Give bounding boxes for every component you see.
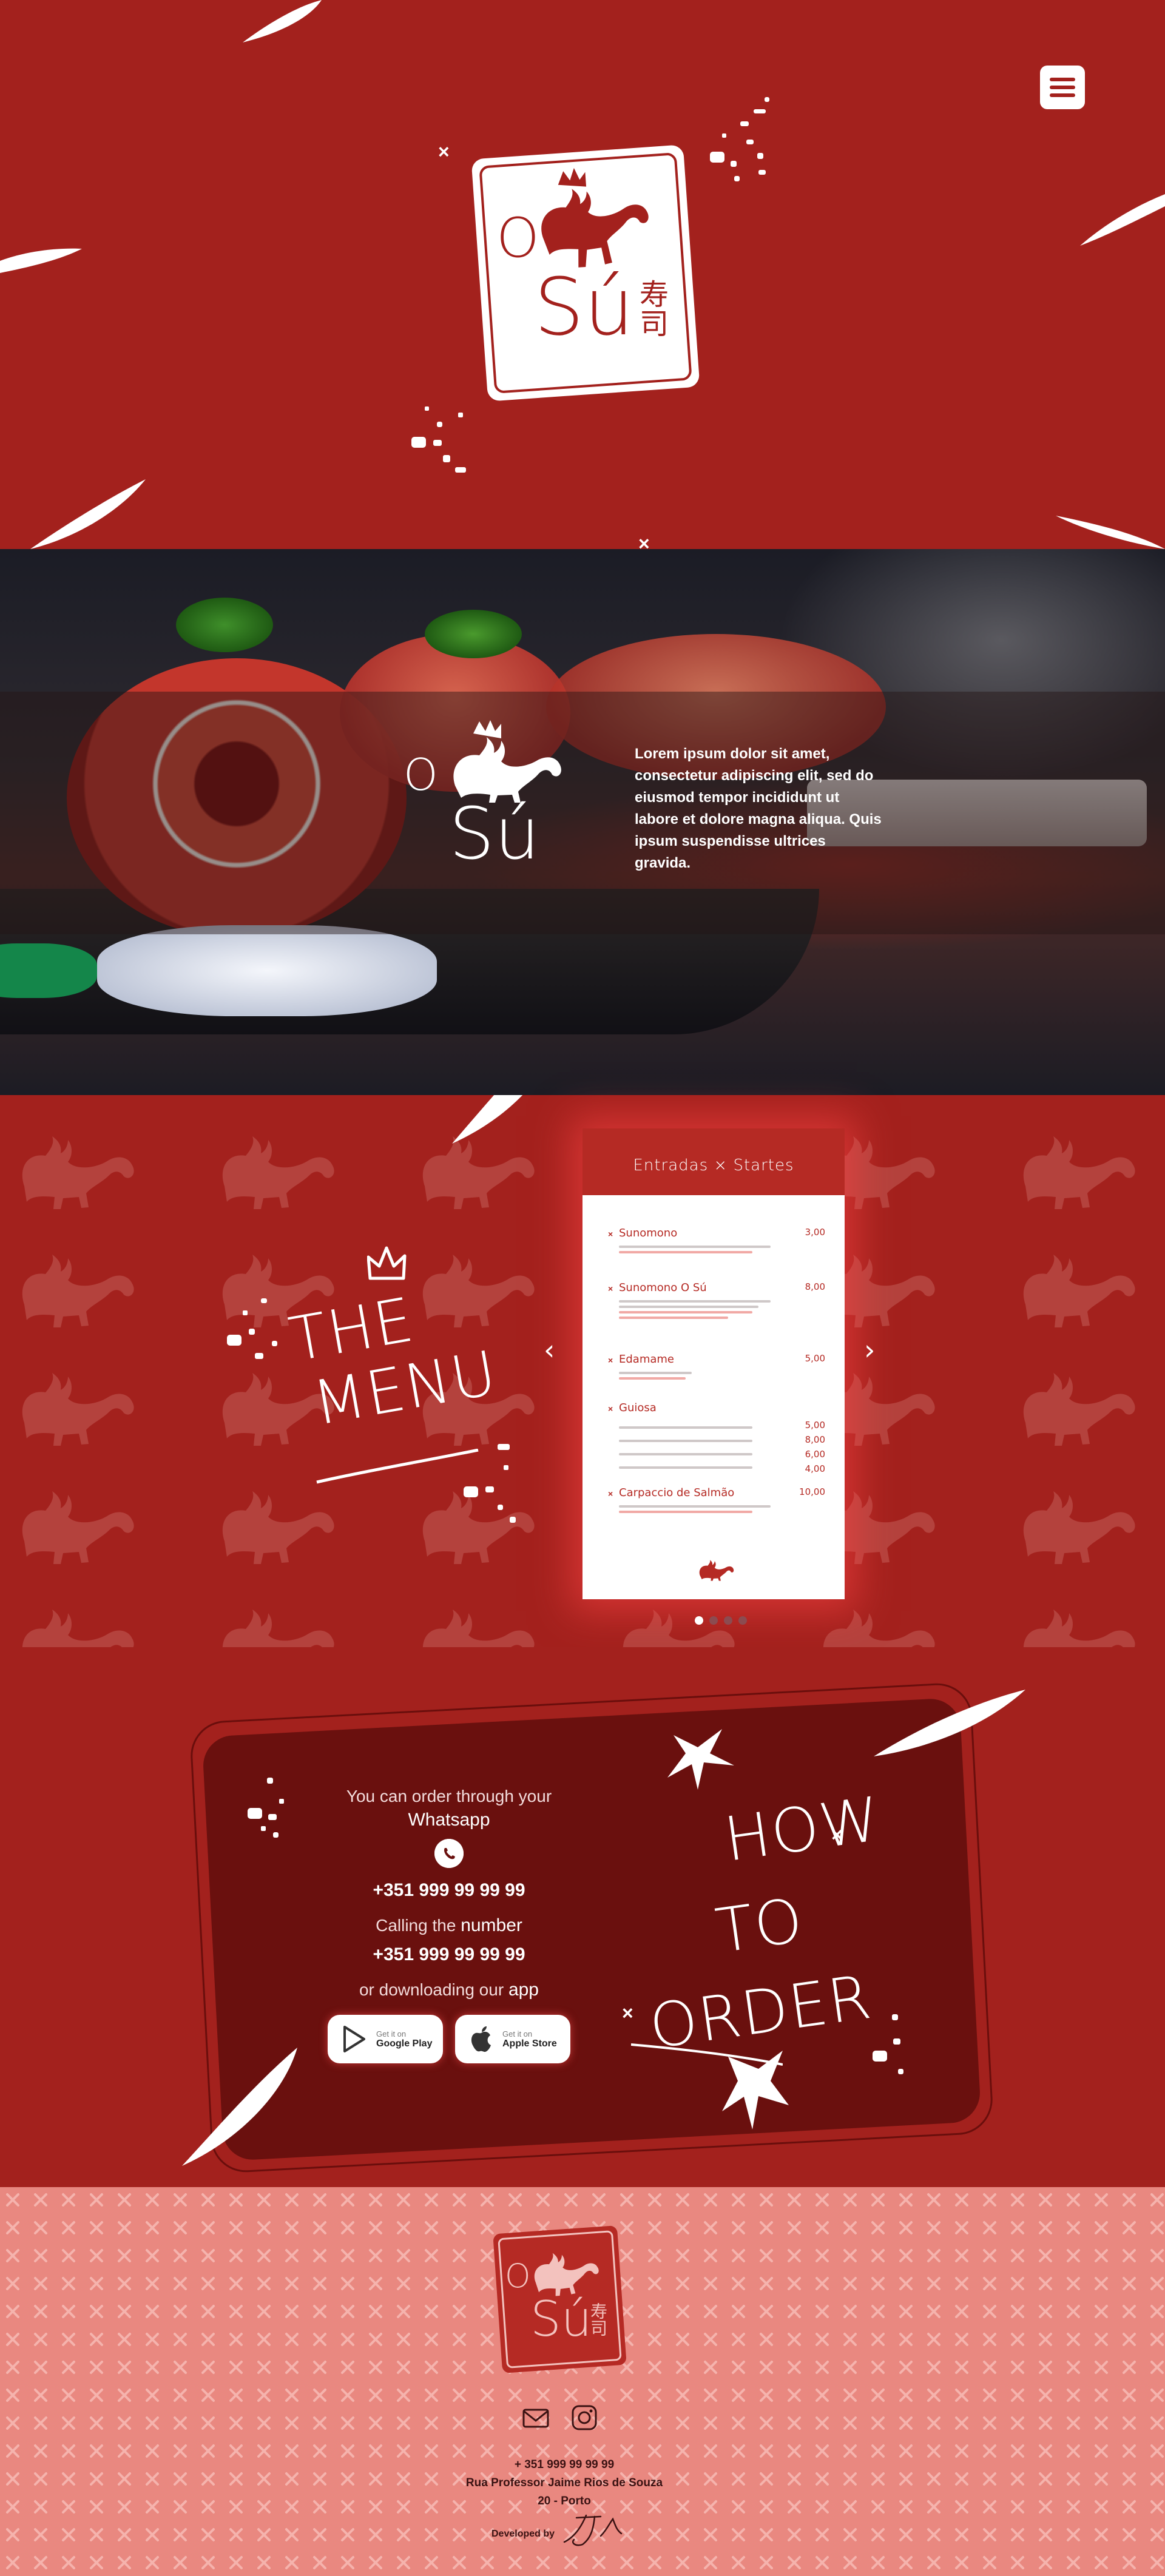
- menu-card-cat-icon: [699, 1560, 734, 1581]
- hero-section: × × O Sú 寿司: [0, 0, 1165, 549]
- crown-icon: [367, 1246, 407, 1280]
- menu-item-price: 8,00: [805, 1281, 825, 1292]
- footer-social-icons: [522, 2404, 598, 2432]
- decorative-speckles: [873, 2014, 903, 2074]
- footer-logo-su: Sú: [530, 2291, 592, 2347]
- intro-photo-section: O Sú: [0, 549, 1165, 1095]
- chevron-left-icon: ‹: [544, 1334, 555, 1366]
- decorative-slash: [0, 248, 82, 273]
- menu-item: × Guiosa 5,00 8,00 6,00 4,00: [608, 1401, 825, 1474]
- menu-item-name: Guiosa: [619, 1401, 657, 1414]
- carousel-next-button[interactable]: ›: [864, 1334, 875, 1366]
- intro-text: Lorem ipsum dolor sit amet, consectetur …: [635, 746, 882, 871]
- sushi-roll: [425, 610, 522, 658]
- call-phone-number[interactable]: +351 999 99 99 99: [328, 1944, 570, 1965]
- logo-letter-o: O: [496, 206, 539, 270]
- decorative-slash: [182, 2048, 297, 2166]
- decorative-slash: [243, 0, 322, 42]
- apple-store-button[interactable]: Get it on Apple Store: [455, 2015, 570, 2063]
- whatsapp-label: Whatsapp: [408, 1810, 490, 1830]
- whatsapp-phone-number[interactable]: +351 999 99 99 99: [328, 1880, 570, 1901]
- decorative-speckles: [411, 406, 466, 473]
- menu-item: × Carpaccio de Salmão 10,00: [608, 1486, 825, 1513]
- photo-logo-su: Sú: [449, 792, 540, 875]
- decorative-x-mark: ×: [638, 533, 650, 549]
- decorative-slash: [452, 1095, 523, 1144]
- carousel-dot[interactable]: [738, 1616, 747, 1625]
- carousel-dot[interactable]: [724, 1616, 732, 1625]
- menu-item: × Sunomono O Sú 8,00: [608, 1281, 825, 1319]
- menu-item-price: 5,00: [805, 1420, 825, 1431]
- hamburger-menu-icon: [1050, 78, 1075, 81]
- footer-address-line2: 20 - Porto: [538, 2495, 591, 2507]
- carousel-dots: [695, 1616, 747, 1625]
- menu-card[interactable]: Entradas × Startes × Sunomono 3,00 × Sun…: [582, 1128, 845, 1599]
- menu-card-header: Entradas × Startes: [582, 1128, 845, 1195]
- footer-logo-o: O: [505, 2257, 531, 2295]
- footer-phone[interactable]: + 351 999 99 99 99: [400, 2456, 728, 2474]
- menu-card-title: Entradas × Startes: [633, 1156, 794, 1175]
- carousel-dot[interactable]: [695, 1616, 703, 1625]
- photo-logo-o: O: [404, 749, 438, 800]
- menu-heading: THE MENU: [284, 1278, 502, 1439]
- order-box: [201, 1697, 982, 2162]
- developed-by-text: Developed by: [491, 2529, 555, 2539]
- calling-text: Calling the number: [376, 1915, 522, 1935]
- menu-item-name: Edamame: [619, 1353, 675, 1366]
- decorative-speckles: [248, 1778, 284, 1838]
- menu-item-name: Carpaccio de Salmão: [619, 1486, 735, 1499]
- how-to-order-line3: ORDER: [645, 1961, 876, 2063]
- logo-word-su: Sú: [534, 261, 634, 353]
- apple-icon: [471, 2026, 491, 2052]
- decorative-slash: [1056, 516, 1165, 549]
- decorative-slash: [30, 479, 146, 549]
- menu-item-price: 4,00: [805, 1463, 825, 1474]
- google-play-button[interactable]: Get it on Google Play: [328, 2015, 443, 2063]
- decorative-slash: [1080, 194, 1165, 246]
- developer-signature[interactable]: [558, 2512, 625, 2548]
- menu-item-price: 10,00: [799, 1486, 825, 1497]
- footer-logo-kanji: 寿司: [589, 2302, 607, 2336]
- photo-dark-band: [0, 692, 1165, 934]
- how-to-order-line1: HOW: [720, 1783, 886, 1876]
- footer-contact: + 351 999 99 99 99 Rua Professor Jaime R…: [400, 2456, 728, 2510]
- menu-item-name: Sunomono O Sú: [619, 1281, 707, 1294]
- decorative-x-mark: ×: [438, 141, 450, 163]
- decorative-slash: [874, 1690, 1025, 1756]
- footer-address-line1: Rua Professor Jaime Rios de Souza: [465, 2477, 663, 2489]
- menu-item: × Sunomono 3,00: [608, 1227, 825, 1253]
- sushi-roll: [176, 598, 273, 652]
- order-options: You can order through your Whatsapp +351…: [328, 1787, 570, 2063]
- menu-item-price: 3,00: [805, 1227, 825, 1238]
- menu-item-price: 6,00: [805, 1449, 825, 1460]
- menu-item-price: 8,00: [805, 1434, 825, 1445]
- carousel-dot[interactable]: [709, 1616, 718, 1625]
- google-play-icon: [343, 2026, 365, 2052]
- hamburger-menu-button[interactable]: [1040, 66, 1085, 109]
- decorative-speckles: [710, 97, 769, 181]
- mail-icon[interactable]: [522, 2404, 550, 2432]
- whatsapp-icon[interactable]: [434, 1839, 464, 1868]
- instagram-icon[interactable]: [570, 2404, 598, 2432]
- photo-logo-cat: [453, 720, 561, 803]
- green-leaf: [0, 943, 97, 998]
- logo-kanji: 寿司: [635, 279, 667, 337]
- menu-item-name: Sunomono: [619, 1227, 678, 1239]
- menu-item: × Edamame 5,00: [608, 1353, 825, 1380]
- rice-base: [97, 925, 437, 1016]
- carousel-prev-button[interactable]: ‹: [544, 1334, 555, 1366]
- menu-item-price: 5,00: [805, 1353, 825, 1364]
- decorative-speckles: [464, 1444, 516, 1523]
- decorative-underline: [316, 1449, 479, 1484]
- decorative-speckles: [227, 1298, 277, 1359]
- chevron-right-icon: ›: [864, 1334, 876, 1366]
- order-intro-text: You can order through your: [346, 1787, 552, 1806]
- decorative-x-mark: ×: [622, 2002, 633, 2024]
- how-to-order-heading: HOW TO ORDER: [645, 1783, 885, 2063]
- download-text: or downloading our app: [359, 1980, 539, 2000]
- decorative-splatter: [667, 1729, 734, 1790]
- store-buttons: Get it on Google Play Get it on Apple Stor…: [328, 2015, 570, 2063]
